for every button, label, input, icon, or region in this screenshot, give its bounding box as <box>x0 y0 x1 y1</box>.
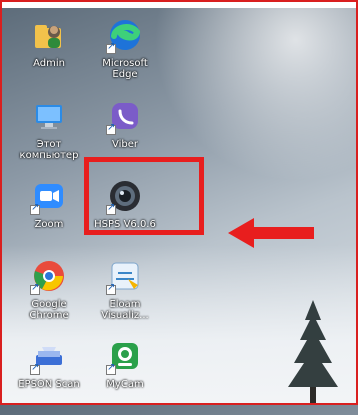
desktop-icon-admin[interactable]: Admin <box>10 14 88 94</box>
chrome-label: Google Chrome <box>29 299 69 321</box>
shortcut-arrow-icon <box>106 282 116 295</box>
viber-label: Viber <box>111 139 138 150</box>
shortcut-arrow-icon <box>30 362 40 375</box>
shortcut-arrow-icon <box>30 282 40 295</box>
pine-tree-icon <box>288 300 338 405</box>
edge-label: Microsoft Edge <box>102 58 148 80</box>
zoom-label: Zoom <box>34 219 64 230</box>
left-arrow-icon <box>228 218 314 248</box>
desktop-icon-epson-scan[interactable]: EPSON Scan <box>10 335 88 415</box>
mycam-label: MyCam <box>106 379 144 390</box>
desktop-icon-eloam[interactable]: Eloam Visualiz... <box>86 255 164 335</box>
computer-icon <box>36 105 62 129</box>
desktop-icon-edge[interactable]: Microsoft Edge <box>86 14 164 94</box>
shortcut-arrow-icon <box>106 362 116 375</box>
admin-label: Admin <box>33 58 65 69</box>
shortcut-arrow-icon <box>30 202 40 215</box>
desktop-icon-zoom[interactable]: Zoom <box>10 175 88 255</box>
desktop-icon-chrome[interactable]: Google Chrome <box>10 255 88 335</box>
desktop-icon-this-computer[interactable]: Этот компьютер <box>10 95 88 175</box>
shortcut-arrow-icon <box>106 41 116 54</box>
epson-scan-label: EPSON Scan <box>18 379 80 390</box>
user-folder-icon <box>35 25 61 48</box>
shortcut-arrow-icon <box>106 122 116 135</box>
this-computer-label: Этот компьютер <box>19 139 79 161</box>
eloam-label: Eloam Visualiz... <box>101 299 149 321</box>
highlight-box <box>84 157 204 235</box>
desktop-icon-mycam[interactable]: MyCam <box>86 335 164 415</box>
